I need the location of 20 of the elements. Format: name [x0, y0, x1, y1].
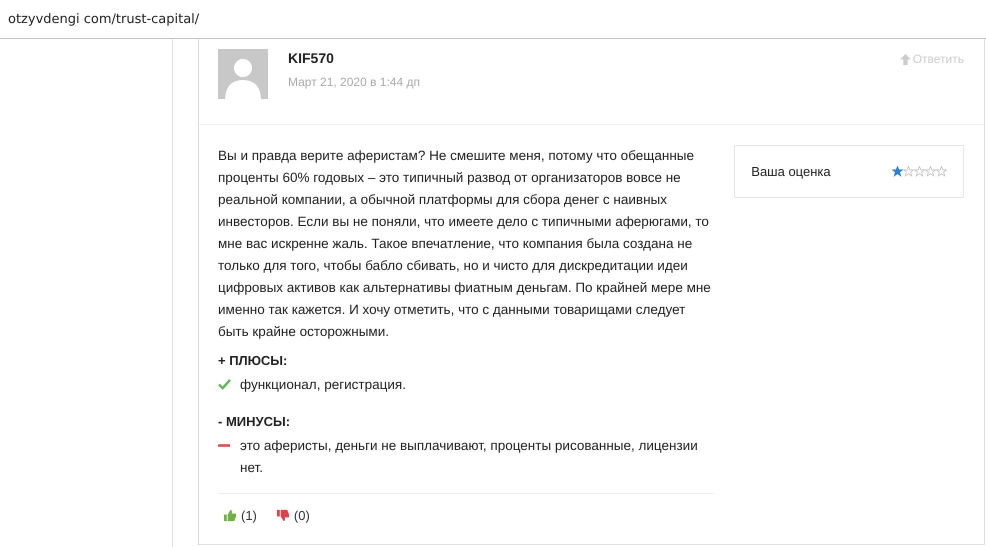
address-url[interactable]: otzyvdengi com/trust-capital/: [8, 12, 200, 26]
section-heading: - МИНУСЫ:: [218, 413, 292, 431]
comment-text: Вы и правда верите аферистам? Не смешите меня, потому что обещанные проценты 60% годовых – это типичный развод от организаторов вовсе не реальной компании, а обычной платформы для сбора денег с наивных инвесторов. Если вы не поняли, что имеете дело с типичными аферюгами, то мне вас искренне жаль. Такое впечатление, что компания была создана не только для того, чтобы бабло сбивать, но и чисто для дискредитации идеи цифровых активов как альтернативы фиатным деньгам. По крайней мере мне именно так кажется. И хочу отметить, что с данными товарищами следует быть крайне осторожными.: [218, 147, 712, 341]
rating-label: Ваша оценка: [751, 164, 831, 179]
like-button[interactable]: (1): [224, 508, 257, 523]
up-arrow-icon: [900, 54, 911, 64]
thumbs-down-icon: [276, 509, 290, 522]
check-icon: [218, 379, 231, 390]
thumbs-up-icon: [224, 509, 237, 522]
avatar-icon: [218, 49, 268, 99]
section-text: функционал, регистрация.: [240, 376, 406, 394]
empty-star-icon[interactable]: [914, 166, 925, 177]
dislike-button[interactable]: (0): [276, 508, 310, 523]
empty-star-icon[interactable]: [925, 166, 936, 177]
section-heading: + ПЛЮСЫ:: [218, 352, 288, 370]
author-name: KIF570: [288, 50, 335, 66]
filled-star-icon[interactable]: [892, 166, 903, 177]
comment-date: Март 21, 2020 в 1:44 дп: [288, 75, 420, 89]
empty-star-icon[interactable]: [936, 166, 947, 177]
section-text: это аферисты, деньги не выплачивают, проценты рисованные, лицензии нет.: [240, 437, 699, 477]
